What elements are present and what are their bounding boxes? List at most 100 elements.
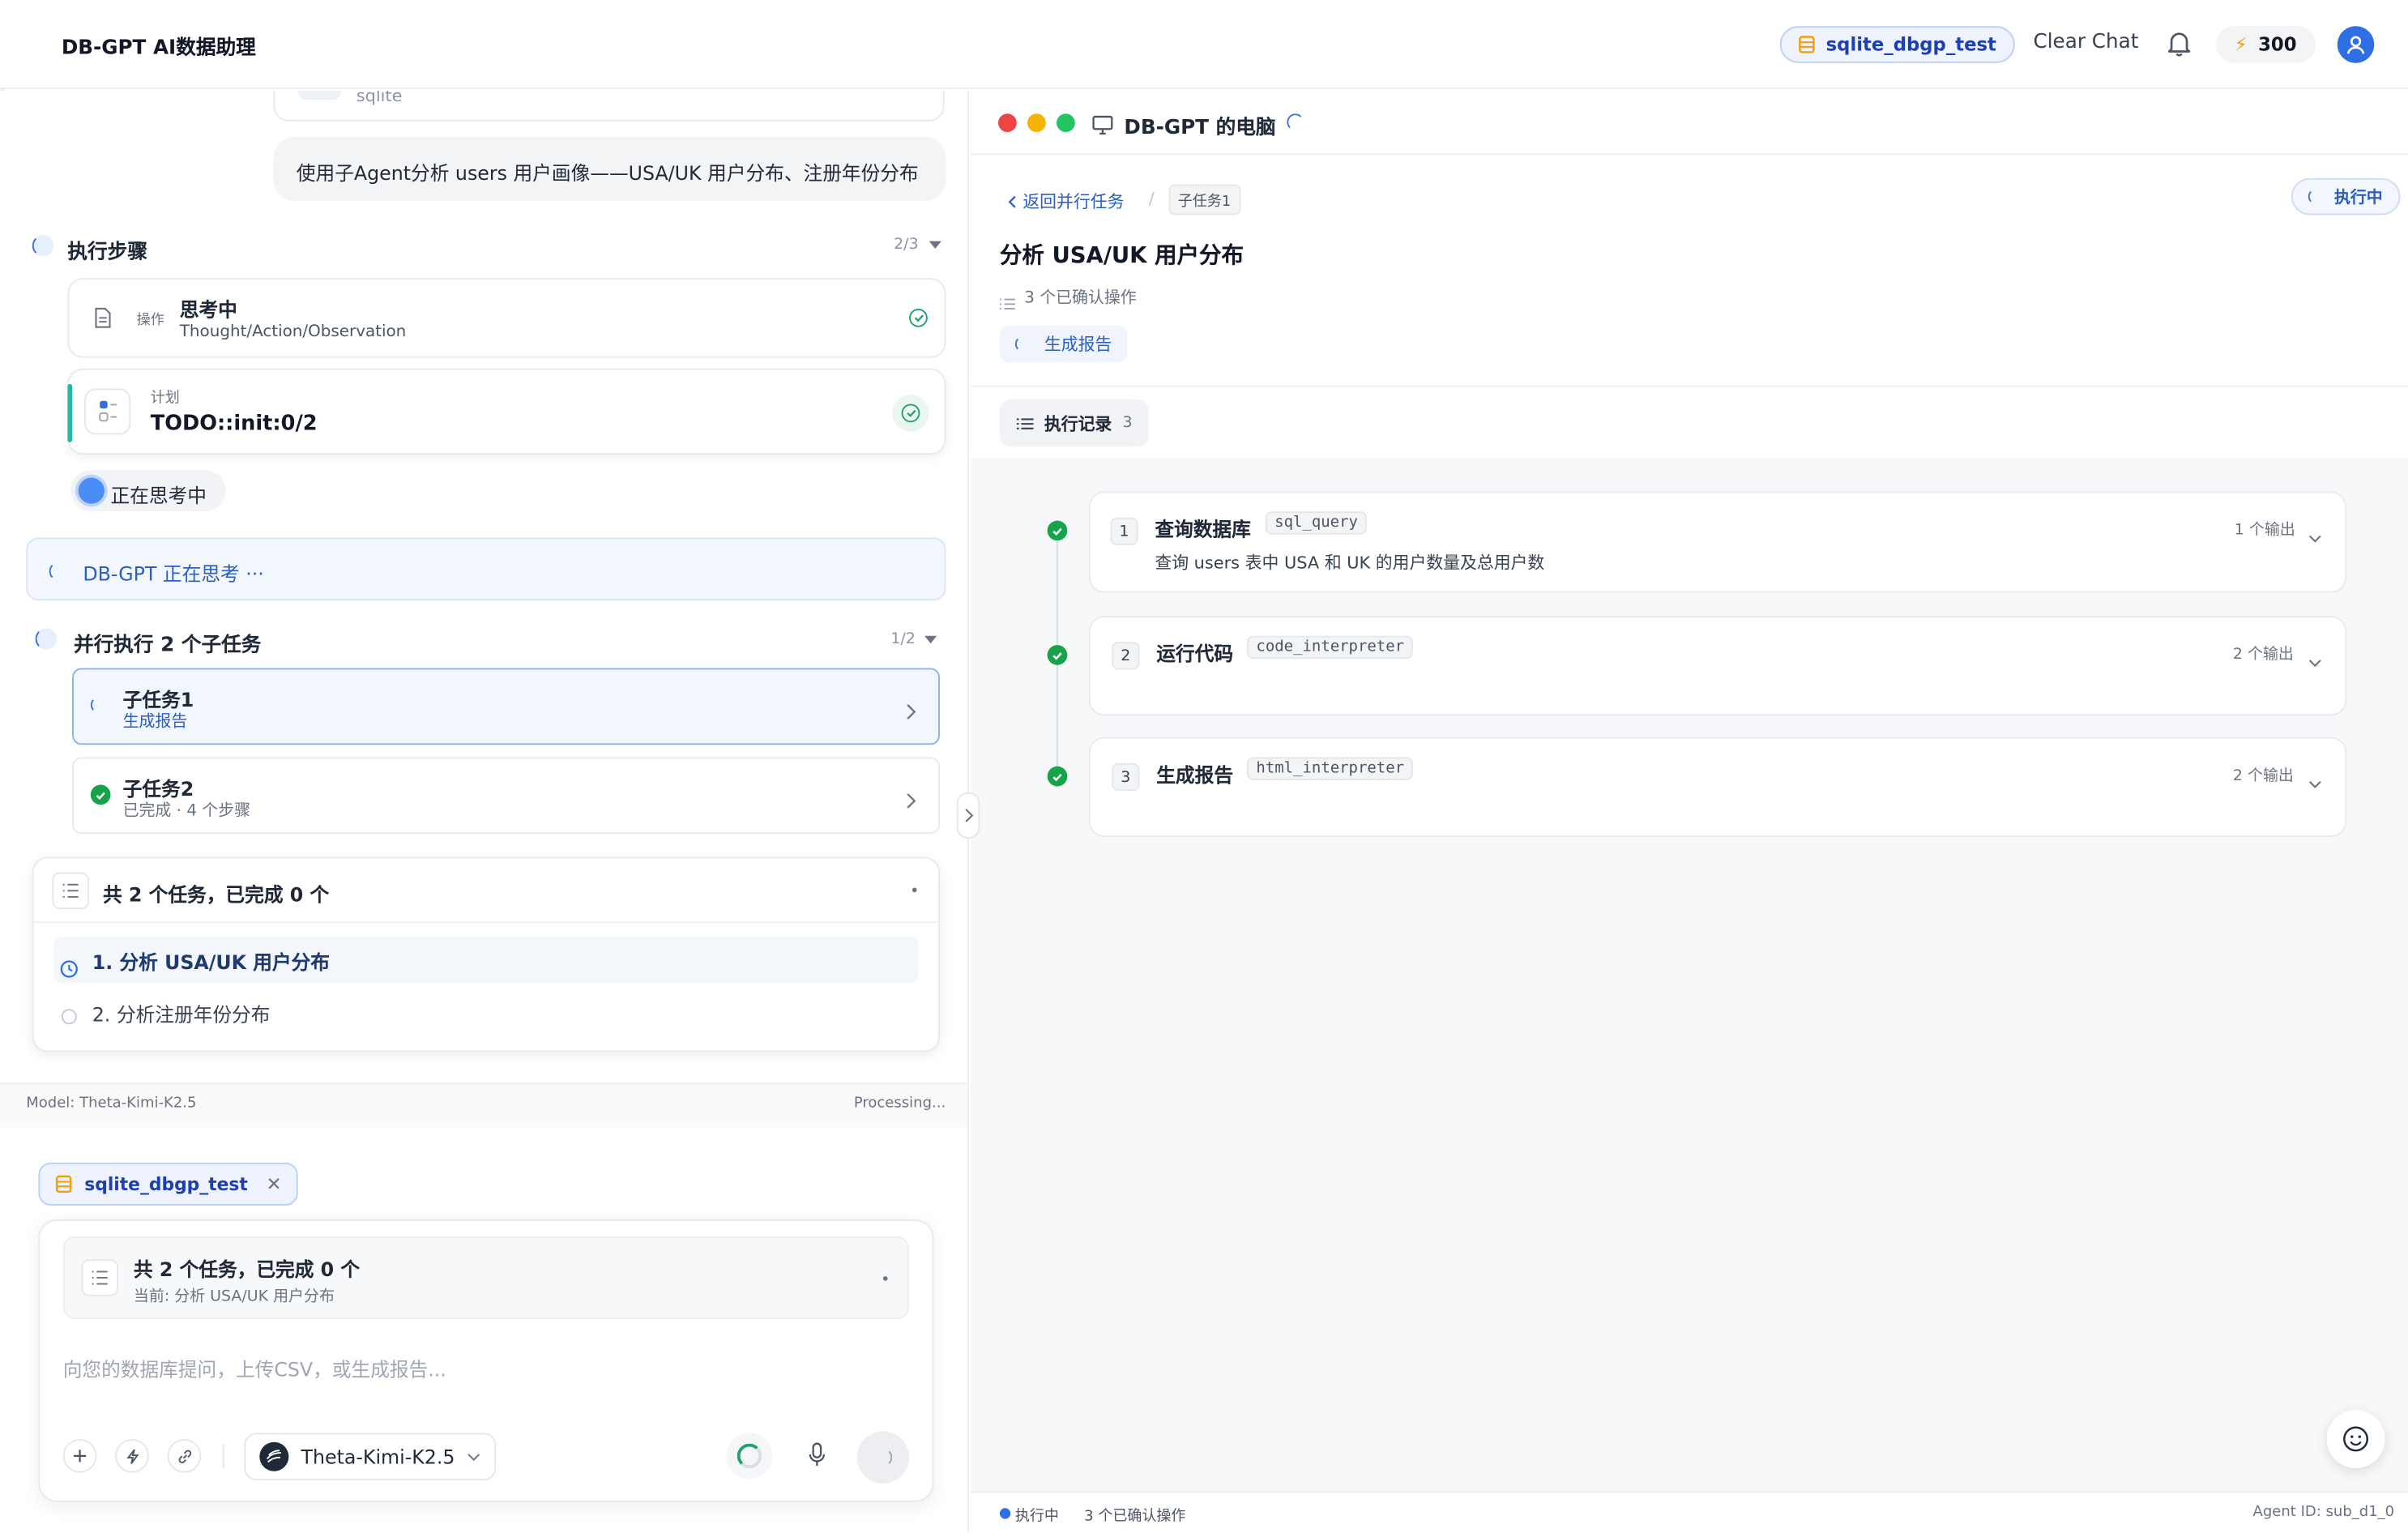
- steps-collapse-icon[interactable]: [929, 241, 941, 250]
- parallel-collapse-icon[interactable]: [924, 635, 937, 644]
- subtask-1-title: 子任务1: [122, 688, 194, 711]
- step-3-card[interactable]: [1088, 737, 2347, 837]
- step-1-card[interactable]: [1088, 491, 2347, 593]
- footer-status: 执行中: [1014, 1508, 1059, 1526]
- feedback-smile-button[interactable]: [2326, 1409, 2385, 1469]
- parallel-count: 1/2: [890, 631, 916, 648]
- composer-todo-title: 共 2 个任务，已完成 0 个: [133, 1258, 361, 1281]
- remove-db-close-icon[interactable]: ✕: [267, 1173, 282, 1195]
- step-3-name: 生成报告: [1156, 763, 1234, 787]
- step-2-done-icon: [1047, 645, 1068, 665]
- checklist-icon: [84, 388, 131, 435]
- operation-tag: 操作: [136, 313, 164, 329]
- plan-title: TODO::init:0/2: [150, 411, 318, 437]
- step-2-card[interactable]: [1088, 616, 2347, 716]
- step-2-chevron-down-icon[interactable]: [2308, 645, 2322, 674]
- composer-input[interactable]: 向您的数据库提问，上传CSV，或生成报告...: [63, 1353, 893, 1382]
- bell-icon[interactable]: [2167, 29, 2191, 63]
- step-1-chevron-down-icon[interactable]: [2308, 521, 2322, 550]
- window-title: DB-GPT 的电脑: [1124, 117, 1276, 140]
- database-selector-label: sqlite_dbgp_test: [1825, 33, 1996, 56]
- step-3-number: 3: [1112, 763, 1140, 792]
- step-3-done-icon: [1047, 766, 1068, 787]
- window-minimize-dot[interactable]: [1027, 113, 1046, 133]
- subtask-1-card[interactable]: [72, 668, 940, 745]
- credits-count: 300: [2258, 33, 2297, 56]
- credits-badge[interactable]: ⚡ 300: [2216, 26, 2316, 63]
- step-1-done-icon: [1047, 520, 1068, 541]
- skills-lightning-icon[interactable]: [115, 1438, 149, 1473]
- subtask-1-spinner-icon: [90, 697, 106, 713]
- execution-log-tab[interactable]: 执行记录 3: [999, 399, 1150, 447]
- chevron-down-icon: [468, 1453, 480, 1461]
- plan-done-icon: [901, 404, 920, 423]
- plan-accent-bar: [67, 383, 73, 442]
- thinking-pill-label: 正在思考中: [110, 484, 207, 507]
- steps-title[interactable]: 执行步骤: [67, 235, 147, 264]
- thinking-bar-text: DB-GPT 正在思考 ···: [83, 562, 264, 586]
- microphone-icon[interactable]: [808, 1442, 826, 1475]
- database-icon: [1799, 36, 1815, 53]
- send-button[interactable]: [856, 1431, 910, 1484]
- todo-item-1: 1. 分析 USA/UK 用户分布: [92, 950, 331, 974]
- connector-link-icon[interactable]: [167, 1438, 202, 1473]
- loading-ring-icon: [726, 1433, 773, 1480]
- todo-divider: [33, 921, 939, 924]
- step-1-name: 查询数据库: [1155, 517, 1251, 541]
- todo-item-2: 2. 分析注册年份分布: [92, 1002, 271, 1027]
- model-selector[interactable]: Theta-Kimi-K2.5: [244, 1433, 497, 1481]
- todo-list-icon: [52, 872, 89, 910]
- step-2-number: 2: [1112, 642, 1140, 670]
- subtask-2-done-icon: [90, 784, 111, 805]
- lightning-icon: ⚡: [2234, 33, 2248, 56]
- execution-log-tab-count: 3: [1122, 414, 1133, 432]
- back-link-label: 返回并行任务: [1023, 191, 1125, 212]
- parallel-title[interactable]: 并行执行 2 个子任务: [74, 628, 261, 657]
- thinking-dot-icon: [78, 477, 105, 504]
- document-icon: [94, 305, 113, 335]
- send-spinner-icon: [873, 1448, 893, 1467]
- add-attachment-plus-icon[interactable]: [62, 1438, 97, 1473]
- task-title: 分析 USA/UK 用户分布: [999, 244, 1244, 269]
- step-3-outputs: 2 个输出: [2232, 767, 2294, 785]
- status-badge: 执行中: [2291, 177, 2400, 216]
- operation-subtitle: Thought/Action/Observation: [179, 322, 407, 341]
- window-close-dot[interactable]: [998, 113, 1017, 133]
- panel-toggle-chevron-icon[interactable]: [956, 792, 980, 839]
- back-link[interactable]: 返回并行任务: [1007, 189, 1124, 213]
- clock-icon: [60, 955, 79, 984]
- action-chip: 生成报告: [999, 325, 1128, 363]
- smile-icon: [2343, 1426, 2368, 1452]
- header-divider: [970, 385, 2408, 387]
- computer-footer: [970, 1491, 2408, 1533]
- steps-count: 2/3: [894, 236, 919, 254]
- footer-confirmed: 3 个已确认操作: [1084, 1508, 1186, 1526]
- status-badge-label: 执行中: [2334, 188, 2383, 207]
- user-icon: [2346, 36, 2365, 54]
- footer-agent-id: Agent ID: sub_d1_0: [2252, 1503, 2395, 1521]
- todo-toggle-icon[interactable]: [912, 887, 917, 893]
- confirmed-count: 3 个已确认操作: [1024, 288, 1137, 308]
- operation-title: 思考中: [179, 297, 237, 322]
- model-status: Model: Theta-Kimi-K2.5: [26, 1095, 197, 1112]
- operation-done-icon: [909, 308, 928, 327]
- window-titlebar-divider: [970, 153, 2408, 156]
- status-badge-spinner-icon: [2308, 189, 2324, 205]
- window-maximize-dot[interactable]: [1057, 113, 1075, 133]
- step-1-outputs: 1 个输出: [2234, 522, 2295, 540]
- database-selector[interactable]: sqlite_dbgp_test: [1779, 26, 2015, 63]
- step-2-tool: code_interpreter: [1247, 635, 1414, 660]
- model-selector-label: Theta-Kimi-K2.5: [301, 1445, 455, 1469]
- clear-chat-button[interactable]: Clear Chat: [2034, 31, 2139, 53]
- step-1-tool: sql_query: [1265, 511, 1368, 535]
- user-avatar[interactable]: [2337, 26, 2375, 63]
- composer-db-chip[interactable]: sqlite_dbgp_test ✕: [38, 1162, 299, 1206]
- app-title: DB-GPT AI数据助理: [61, 36, 256, 60]
- step-3-tool: html_interpreter: [1247, 757, 1414, 780]
- composer-todo-toggle-icon[interactable]: [882, 1276, 888, 1281]
- step-3-chevron-down-icon[interactable]: [2308, 766, 2322, 796]
- footer-status-dot: [999, 1508, 1011, 1519]
- subtask-2-chevron-right-icon: [906, 786, 916, 815]
- subtask-2-card[interactable]: [72, 757, 940, 835]
- plan-done-badge: [892, 395, 929, 432]
